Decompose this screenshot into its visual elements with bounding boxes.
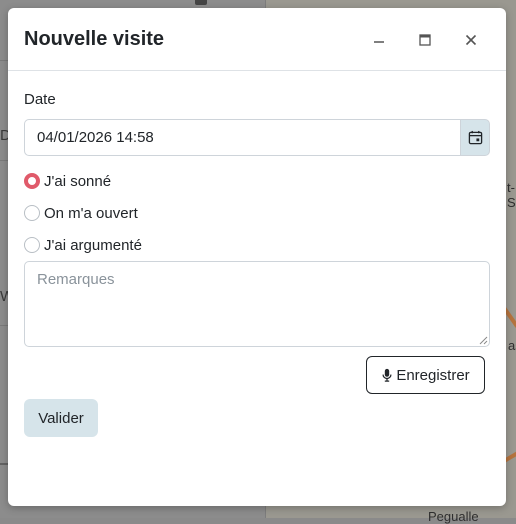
minimize-icon (374, 41, 384, 43)
date-label: Date (24, 91, 56, 108)
date-input[interactable] (24, 119, 460, 156)
calendar-button[interactable] (460, 119, 490, 156)
maximize-icon (419, 34, 431, 46)
radio-door-opened[interactable]: On m'a ouvert (24, 202, 138, 224)
map-label: as (508, 338, 516, 353)
radio-rang-bell[interactable]: J'ai sonné (24, 170, 111, 192)
minimize-button[interactable] (367, 28, 391, 52)
radio-argued[interactable]: J'ai argumenté (24, 234, 142, 256)
radio-label: J'ai sonné (44, 172, 112, 190)
dialog-header: Nouvelle visite (8, 8, 506, 71)
radio-button[interactable] (24, 205, 40, 221)
radio-button-checked[interactable] (24, 173, 40, 189)
calendar-icon (468, 130, 482, 145)
radio-button[interactable] (24, 237, 40, 253)
close-button[interactable] (459, 28, 483, 52)
radio-label: On m'a ouvert (44, 204, 138, 222)
background-toolbar-icon (195, 0, 207, 5)
submit-button[interactable]: Valider (24, 399, 98, 437)
dialog-title: Nouvelle visite (24, 28, 165, 50)
date-input-group (24, 119, 490, 156)
map-label: t-S (507, 180, 516, 210)
microphone-icon (382, 368, 392, 382)
close-icon (465, 34, 477, 46)
radio-label: J'ai argumenté (44, 236, 142, 254)
record-button[interactable]: Enregistrer (366, 356, 485, 394)
remarks-textarea[interactable] (24, 261, 490, 347)
record-button-label: Enregistrer (396, 366, 470, 384)
new-visit-dialog: Nouvelle visite Date 04/01/2026 14:58 J'… (8, 8, 506, 506)
resize-grip-icon[interactable] (478, 335, 488, 345)
map-label: Pegualle (428, 509, 479, 524)
maximize-button[interactable] (413, 28, 437, 52)
